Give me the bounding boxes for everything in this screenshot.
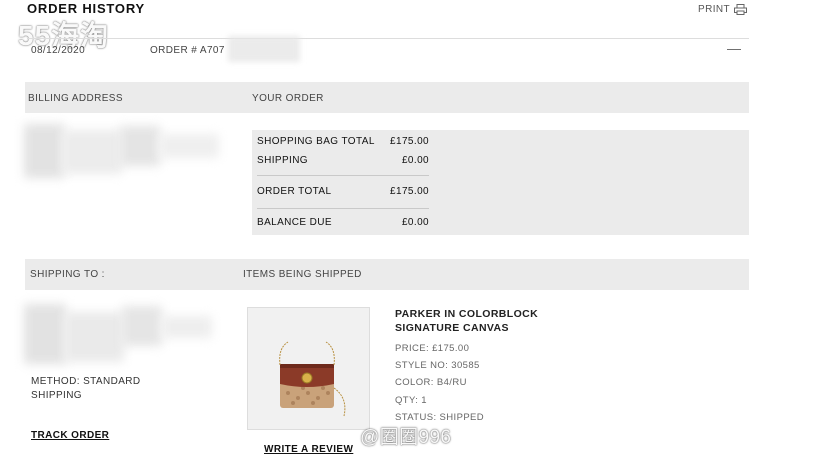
product-name-line: SIGNATURE CANVAS [395, 322, 509, 334]
product-style: STYLE NO: 30585 [395, 360, 480, 371]
order-number: ORDER # A707 [150, 45, 225, 56]
shipping-method: METHOD: STANDARD SHIPPING [31, 375, 141, 403]
shipping-method-line: METHOD: STANDARD [31, 376, 141, 387]
billing-header-bar: BILLING ADDRESS YOUR ORDER [25, 82, 749, 113]
write-review-link[interactable]: WRITE A REVIEW [264, 444, 353, 455]
summary-label: SHOPPING BAG TOTAL [257, 136, 375, 147]
summary-row: SHOPPING BAG TOTAL £175.00 [257, 136, 429, 147]
shipping-to-label: SHIPPING TO : [30, 269, 105, 280]
product-name-line: PARKER IN COLORBLOCK [395, 308, 539, 320]
summary-row: SHIPPING £0.00 [257, 155, 429, 166]
shipping-header-bar: SHIPPING TO : ITEMS BEING SHIPPED [25, 259, 749, 290]
items-being-shipped-label: ITEMS BEING SHIPPED [243, 269, 362, 280]
print-label: PRINT [698, 4, 730, 15]
handbag-icon [279, 341, 346, 417]
summary-value: £175.00 [390, 186, 429, 197]
track-order-link[interactable]: TRACK ORDER [31, 430, 109, 441]
order-date: 08/12/2020 [31, 45, 86, 56]
summary-value: £175.00 [390, 136, 429, 147]
billing-address-label: BILLING ADDRESS [28, 93, 123, 104]
divider [257, 208, 429, 209]
summary-value: £0.00 [401, 217, 429, 228]
product-color: COLOR: B4/RU [395, 377, 467, 388]
redacted-order-number [228, 36, 300, 62]
printer-icon [734, 4, 747, 15]
redacted-billing-address [24, 120, 220, 182]
print-button[interactable]: PRINT [698, 4, 747, 15]
product-name[interactable]: PARKER IN COLORBLOCK SIGNATURE CANVAS [395, 307, 575, 335]
redacted-shipping-address [24, 300, 214, 368]
summary-value: £0.00 [401, 155, 429, 166]
product-image[interactable] [247, 307, 370, 430]
summary-row: ORDER TOTAL £175.00 [257, 186, 429, 197]
product-qty: QTY: 1 [395, 395, 427, 406]
shipping-method-line: SHIPPING [31, 390, 82, 401]
your-order-label: YOUR ORDER [252, 93, 324, 104]
summary-label: SHIPPING [257, 155, 308, 166]
summary-label: BALANCE DUE [257, 217, 332, 228]
summary-row: BALANCE DUE £0.00 [257, 217, 429, 228]
divider [257, 175, 429, 176]
summary-label: ORDER TOTAL [257, 186, 332, 197]
weibo-watermark: @圈圈996 [360, 427, 452, 448]
order-summary: SHOPPING BAG TOTAL £175.00 SHIPPING £0.0… [252, 130, 749, 235]
collapse-icon[interactable]: — [727, 40, 741, 56]
divider [27, 38, 749, 39]
product-price: PRICE: £175.00 [395, 343, 470, 354]
